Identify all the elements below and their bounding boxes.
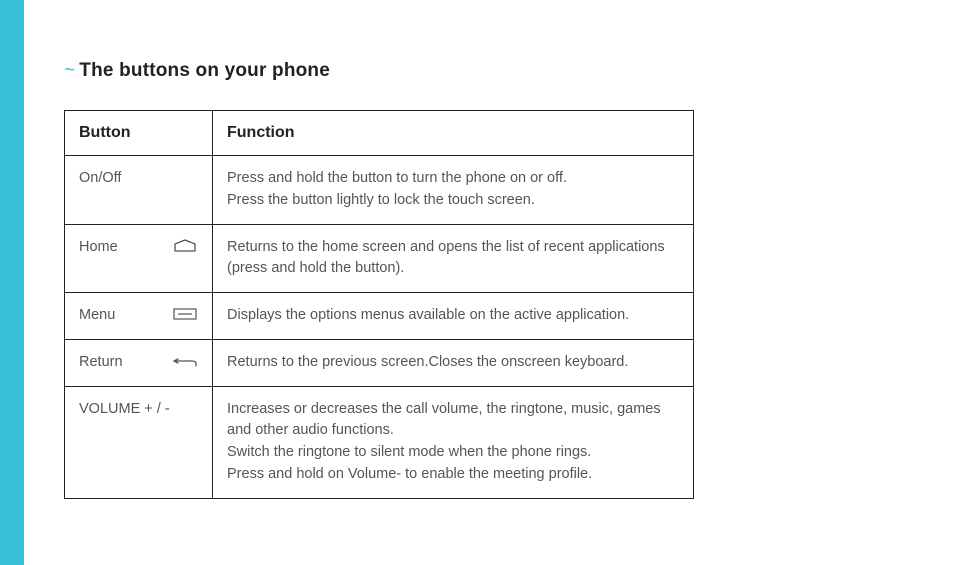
- button-label: Home: [79, 237, 118, 259]
- button-label: VOLUME + / -: [79, 399, 170, 421]
- accent-side-strip: [0, 0, 24, 565]
- button-label: On/Off: [79, 168, 121, 190]
- page-content: ~The buttons on your phone Button Functi…: [24, 0, 954, 565]
- function-text: Returns to the previous screen.Closes th…: [227, 352, 679, 374]
- table-row: On/Off Press and hold the button to turn…: [65, 156, 694, 225]
- function-text: Press and hold the button to turn the ph…: [227, 168, 679, 190]
- button-label: Menu: [79, 305, 115, 327]
- function-text: Switch the ringtone to silent mode when …: [227, 442, 679, 464]
- table-row: Return Returns to the previous screen.Cl…: [65, 339, 694, 386]
- heading-tilde: ~: [64, 60, 75, 81]
- section-heading: ~The buttons on your phone: [64, 60, 914, 82]
- menu-icon: [172, 307, 198, 323]
- header-function: Function: [213, 111, 694, 156]
- return-icon: [172, 354, 198, 370]
- table-row: VOLUME + / - Increases or decreases the …: [65, 386, 694, 498]
- function-text: Press and hold on Volume- to enable the …: [227, 464, 679, 486]
- home-outline-icon: [172, 239, 198, 255]
- heading-text: The buttons on your phone: [79, 60, 330, 81]
- function-text: Increases or decreases the call volume, …: [227, 399, 679, 443]
- buttons-table: Button Function On/Off Press and hold th…: [64, 110, 694, 499]
- table-row: Menu Displays the options menus availabl…: [65, 293, 694, 340]
- table-header-row: Button Function: [65, 111, 694, 156]
- header-button: Button: [65, 111, 213, 156]
- table-row: Home Returns to the home screen and open…: [65, 224, 694, 293]
- function-text: Press the button lightly to lock the tou…: [227, 190, 679, 212]
- function-text: Displays the options menus available on …: [227, 305, 679, 327]
- button-label: Return: [79, 352, 123, 374]
- function-text: Returns to the home screen and opens the…: [227, 237, 679, 281]
